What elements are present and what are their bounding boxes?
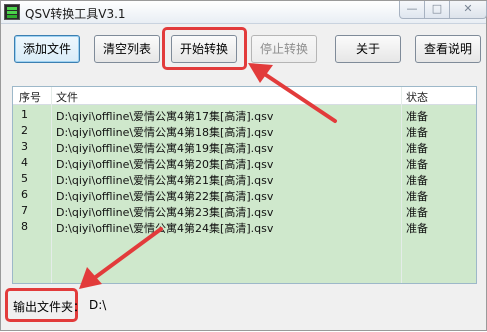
arrow-to-output-folder — [91, 227, 163, 281]
arrow-annotation — [79, 63, 337, 289]
arrow-head — [248, 63, 273, 83]
arrow-to-start-button — [261, 71, 337, 123]
arrow-head — [79, 267, 102, 289]
app-window: QSV转换工具V3.1 — □ ✕ 添加文件 清空列表 开始转换 停止转换 关于… — [0, 0, 487, 331]
